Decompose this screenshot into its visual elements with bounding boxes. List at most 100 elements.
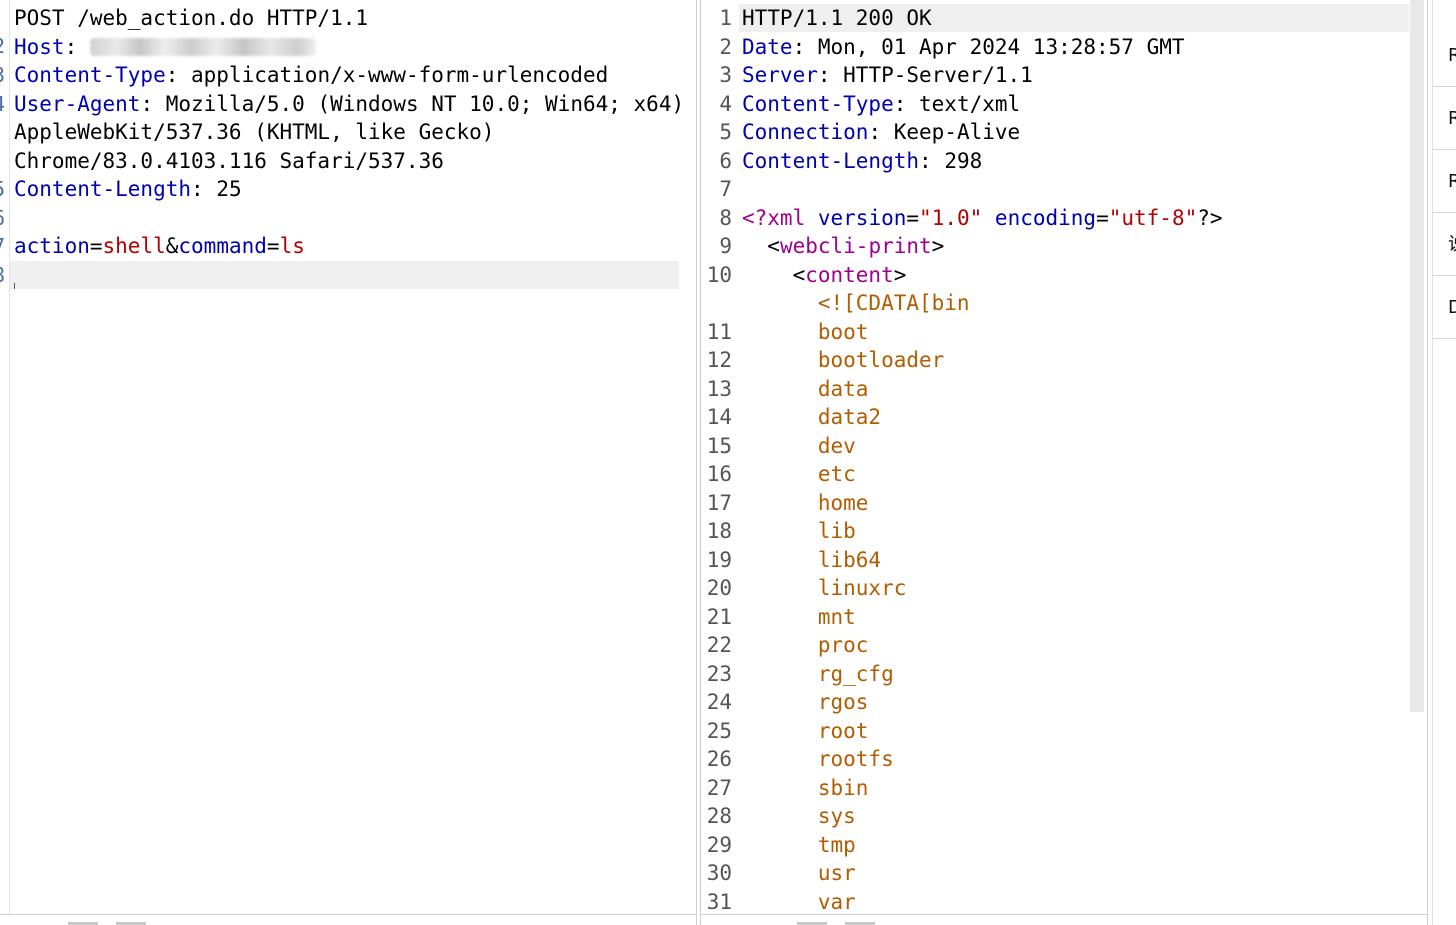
side-tab-2[interactable]: R <box>1433 87 1456 150</box>
line-number: 14 <box>706 405 732 429</box>
response-header-line: 5 Connection: Keep-Alive <box>701 118 1409 147</box>
content-length-header-line: Content-Length: 25 <box>14 177 242 201</box>
dir-entry: var <box>817 889 856 914</box>
request-pane[interactable]: 2 3 4 5 6 7 8 POST /web_action.do HTTP/1… <box>0 0 697 925</box>
line-number: 6 <box>719 148 732 173</box>
header-value: Chrome/83.0.4103.116 Safari/537.36 <box>14 148 444 173</box>
side-tab-1[interactable]: R <box>1433 24 1456 87</box>
response-editor[interactable]: 1 HTTP/1.1 200 OK 2 Date: Mon, 01 Apr 2024… <box>701 4 1409 916</box>
line-number: 22 <box>706 633 732 657</box>
param-value: ls <box>279 234 305 258</box>
dir-entry: root <box>817 718 869 743</box>
dir-entry: dev <box>817 433 856 458</box>
dir-entry-line: 11 boot <box>701 318 1409 347</box>
line-number: 11 <box>706 319 732 344</box>
response-header-line: 3 Server: HTTP-Server/1.1 <box>701 61 1409 90</box>
request-bottom-bar <box>0 914 696 925</box>
dir-entry-line: 22 proc <box>701 631 1409 660</box>
param-value: shell <box>102 234 166 258</box>
request-line-number: 2 <box>0 32 5 61</box>
response-bottom-bar <box>701 914 1427 925</box>
dir-entry-line: 30 usr <box>701 859 1409 888</box>
line-number: 17 <box>706 490 732 515</box>
side-tab-3[interactable]: R <box>1433 150 1456 213</box>
line-number: 24 <box>706 690 732 714</box>
http-viewer: 2 3 4 5 6 7 8 POST /web_action.do HTTP/1… <box>0 0 1456 925</box>
response-header-line: 4 Content-Type: text/xml <box>701 90 1409 119</box>
side-tab-label: D <box>1448 297 1456 318</box>
xml-attr-name: encoding <box>994 205 1097 230</box>
dir-entry-line: 24 rgos <box>701 688 1409 717</box>
user-agent-continuation: Chrome/83.0.4103.116 Safari/537.36 <box>14 147 696 176</box>
side-tab-label: R <box>1448 108 1456 129</box>
request-editor[interactable]: POST /web_action.do HTTP/1.1 Host: Conte… <box>14 4 696 915</box>
dir-entry: sbin <box>817 775 869 800</box>
dir-entry-line: 18 lib <box>701 517 1409 546</box>
dir-entry-line: 13 data <box>701 375 1409 404</box>
request-body-line: action=shell&command=ls <box>14 234 305 258</box>
response-pane[interactable]: 1 HTTP/1.1 200 OK 2 Date: Mon, 01 Apr 2024… <box>700 0 1428 925</box>
request-method-line: POST /web_action.do HTTP/1.1 <box>14 4 696 33</box>
dir-entry-line: 12 bootloader <box>701 346 1409 375</box>
side-tab-label: 说 <box>1448 235 1456 255</box>
side-tab-5[interactable]: D <box>1433 276 1456 339</box>
line-number: 3 <box>719 63 732 87</box>
line-number: 2 <box>719 34 732 59</box>
line-number: 5 <box>719 120 732 144</box>
dir-entry-line: 17 home <box>701 489 1409 518</box>
header-key: Content-Type <box>742 91 894 116</box>
xml-tag-name: webcli-print <box>779 234 932 258</box>
side-tab-label: R <box>1448 45 1456 66</box>
xml-root-line: 9 <webcli-print> <box>701 232 1409 261</box>
dir-entry-line: 28 sys <box>701 802 1409 831</box>
status-line: HTTP/1.1 200 OK <box>742 6 932 30</box>
dir-entry-line: 16 etc <box>701 460 1409 489</box>
dir-entry: rgos <box>817 690 869 714</box>
header-value: HTTP-Server/1.1 <box>843 63 1033 87</box>
dir-entry: sys <box>817 804 856 828</box>
header-value: 298 <box>944 148 983 173</box>
dir-entry-line: 14 data2 <box>701 403 1409 432</box>
dir-entry-line: 23 rg_cfg <box>701 660 1409 689</box>
xml-attr-value: "utf-8" <box>1108 205 1198 230</box>
xml-decl-close: ?> <box>1197 205 1223 230</box>
dir-entry: etc <box>817 462 856 486</box>
line-number: 28 <box>706 804 732 828</box>
dir-entry: tmp <box>817 832 856 857</box>
blank-line: 7 <box>701 175 1409 204</box>
line-number: 19 <box>706 547 732 572</box>
response-header-line: 2 Date: Mon, 01 Apr 2024 13:28:57 GMT <box>701 33 1409 62</box>
response-line: 1 HTTP/1.1 200 OK <box>701 4 1409 33</box>
dir-entry-line: 29 tmp <box>701 831 1409 860</box>
response-scrollbar[interactable] <box>1410 0 1424 712</box>
dir-entry: bootloader <box>817 348 945 372</box>
header-key: Content-Length <box>742 148 920 173</box>
header-value: application/x-www-form-urlencoded <box>191 63 609 87</box>
line-number: 16 <box>706 462 732 486</box>
request-line-text: POST /web_action.do HTTP/1.1 <box>14 6 369 30</box>
dir-entry-line: 27 sbin <box>701 774 1409 803</box>
response-header-line: 6 Content-Length: 298 <box>701 147 1409 176</box>
dir-entry: lib64 <box>817 547 882 572</box>
line-number: 18 <box>706 519 732 543</box>
request-line-number: 8 <box>0 261 5 290</box>
line-number: 12 <box>706 348 732 372</box>
dir-entry: mnt <box>817 604 856 629</box>
line-number: 26 <box>706 747 732 771</box>
header-value: Keep-Alive <box>893 120 1021 144</box>
header-key: User-Agent <box>14 91 141 116</box>
request-line-number: 5 <box>0 175 5 204</box>
line-number: 29 <box>706 832 732 857</box>
request-line-number: 6 <box>0 204 5 233</box>
header-value: text/xml <box>919 91 1021 116</box>
user-agent-header-line: User-Agent: Mozilla/5.0 (Windows NT 10.0… <box>14 91 685 116</box>
line-number: 9 <box>719 234 732 258</box>
line-number: 30 <box>706 861 732 885</box>
dir-entry-line: 15 dev <box>701 432 1409 461</box>
dir-entry-line: 21 mnt <box>701 603 1409 632</box>
xml-content-line: 10 <content> <box>701 261 1409 290</box>
dir-entry-line: 19 lib64 <box>701 546 1409 575</box>
request-line-gutter: 2 3 4 5 6 7 8 <box>0 0 10 925</box>
line-number: 23 <box>706 661 732 686</box>
side-tab-4[interactable]: 说 <box>1433 213 1456 276</box>
